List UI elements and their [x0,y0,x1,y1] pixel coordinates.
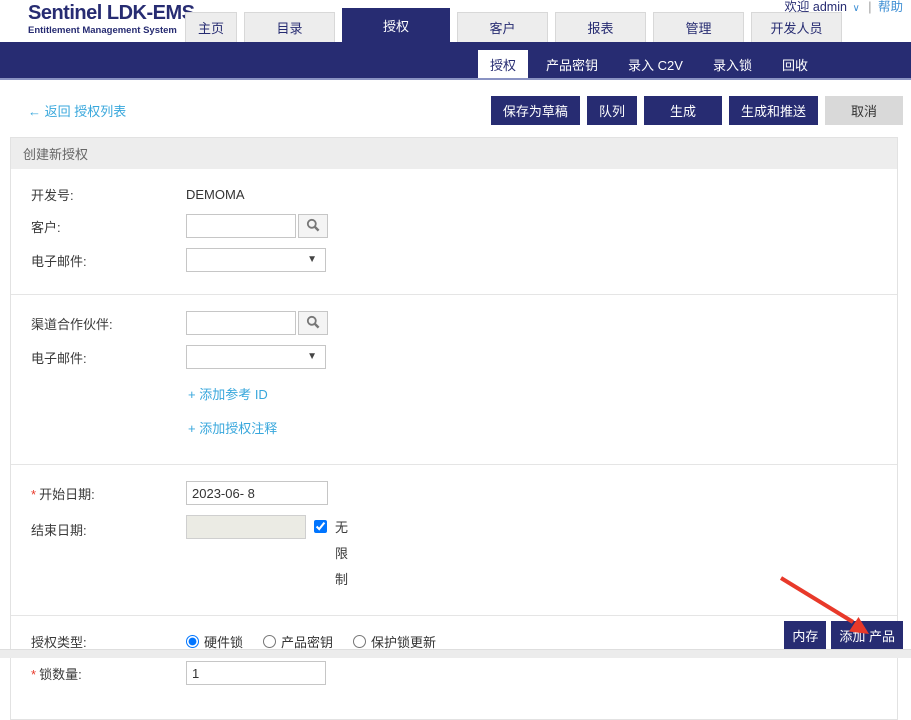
end-date-label: 结束日期: [31,515,186,539]
required-marker: * [31,667,36,682]
key-quantity-label-text: 锁数量: [39,667,82,682]
tab-catalog[interactable]: 目录 [244,12,335,42]
product-key-radio[interactable] [263,635,276,648]
memory-button[interactable]: 内存 [784,621,826,650]
subtab-checkin-c2v[interactable]: 录入 C2V [616,50,695,78]
channel-partner-label: 渠道合作伙伴: [31,314,186,333]
batch-code-label: 开发号: [31,185,186,204]
back-to-entitlements-link[interactable]: ← 返回 授权列表 [28,101,126,120]
produce-button[interactable]: 生成 [644,96,722,125]
start-date-label: *开始日期: [31,484,186,503]
user-bar: 欢迎 admin ∨ | 帮助 [784,0,903,15]
produce-push-button[interactable]: 生成和推送 [729,96,818,125]
select-caret-icon: ▼ [307,254,317,265]
welcome-user-label: 欢迎 admin [784,0,847,14]
form-title: 创建新授权 [11,138,897,169]
key-quantity-row: *锁数量: [31,661,897,685]
customer-search-button[interactable] [298,214,328,238]
start-date-label-text: 开始日期: [39,487,95,502]
required-marker: * [31,487,36,502]
dates-section: *开始日期: 结束日期: 无限制 [11,464,897,615]
page-toolbar: ← 返回 授权列表 保存为草稿 队列 生成 生成和推送 取消 [0,80,911,137]
top-header: Sentinel LDK-EMS Entitlement Management … [0,0,911,42]
channel-partner-row: 渠道合作伙伴: [31,311,897,335]
back-arrow-icon: ← [28,104,41,119]
key-quantity-label: *锁数量: [31,664,186,683]
unlimited-wrap: 无限制 [314,515,351,593]
type-section: 授权类型: 硬件锁 产品密钥 保护锁更新 *锁数量: [11,615,897,719]
batch-code-row: 开发号: DEMOMA [31,185,897,204]
tab-entitlements[interactable]: 授权 [342,8,450,42]
toolbar-button-group: 保存为草稿 队列 生成 生成和推送 取消 [491,96,903,125]
userbar-divider: | [868,0,871,14]
user-menu-caret-icon[interactable]: ∨ [852,3,859,14]
partner-email-row: 电子邮件: ▼ [31,345,897,369]
add-ref-id-row: + 添加参考 ID [188,384,897,403]
back-link-label: 返回 授权列表 [45,104,127,119]
channel-partner-search-button[interactable] [298,311,328,335]
end-date-row: 结束日期: 无限制 [31,515,897,593]
customer-label: 客户: [31,217,186,236]
unlimited-checkbox[interactable] [314,520,327,533]
footer-action-buttons: 内存 添加 产品 [784,621,903,650]
unlimited-label: 无限制 [335,515,351,593]
subtab-checkin-key[interactable]: 录入锁 [701,50,764,78]
partner-email-select[interactable]: ▼ [186,345,326,369]
customer-email-row: 电子邮件: ▼ [31,248,897,272]
add-entitlement-comment-link[interactable]: + 添加授权注释 [188,421,277,436]
tab-home[interactable]: 主页 [185,12,237,42]
start-date-input[interactable] [186,481,328,505]
partner-email-label: 电子邮件: [31,348,186,367]
search-icon [306,315,320,332]
help-link[interactable]: 帮助 [878,0,903,14]
save-draft-button[interactable]: 保存为草稿 [491,96,580,125]
sub-tab-bar: 授权 产品密钥 录入 C2V 录入锁 回收 [478,50,820,78]
app-logo-title: Sentinel LDK-EMS [28,3,194,24]
start-date-row: *开始日期: [31,481,897,505]
cancel-button[interactable]: 取消 [825,96,903,125]
batch-code-value: DEMOMA [186,187,245,202]
bottom-footer-bar [0,649,911,658]
tab-reports[interactable]: 报表 [555,12,646,42]
app-logo: Sentinel LDK-EMS Entitlement Management … [28,3,194,36]
subtab-revoke[interactable]: 回收 [770,50,820,78]
subtab-entitlements[interactable]: 授权 [478,50,528,78]
select-caret-icon: ▼ [307,351,317,362]
tab-administration[interactable]: 管理 [653,12,744,42]
search-icon [306,218,320,235]
channel-partner-search-input[interactable] [186,311,296,335]
app-logo-subtitle: Entitlement Management System [28,25,194,36]
customer-email-label: 电子邮件: [31,251,186,270]
subtab-product-keys[interactable]: 产品密钥 [534,50,610,78]
add-product-button[interactable]: 添加 产品 [831,621,903,650]
tab-developer[interactable]: 开发人员 [751,12,842,42]
main-tab-bar: 主页 目录 授权 客户 报表 管理 开发人员 [185,8,842,42]
protection-key-update-radio[interactable] [353,635,366,648]
create-entitlement-form: 创建新授权 开发号: DEMOMA 客户: 电子邮件: ▼ 渠道合作伙伴: [10,137,898,720]
customer-search-input[interactable] [186,214,296,238]
customer-email-select[interactable]: ▼ [186,248,326,272]
add-comment-row: + 添加授权注释 [188,418,897,437]
hl-key-radio[interactable] [186,635,199,648]
customer-section: 开发号: DEMOMA 客户: 电子邮件: ▼ [11,169,897,294]
customer-row: 客户: [31,214,897,238]
key-quantity-input[interactable] [186,661,326,685]
tab-customers[interactable]: 客户 [457,12,548,42]
end-date-input[interactable] [186,515,306,539]
sub-nav-bar: 授权 产品密钥 录入 C2V 录入锁 回收 [0,42,911,80]
channel-partner-section: 渠道合作伙伴: 电子邮件: ▼ + 添加参考 ID + 添加授权注释 [11,294,897,464]
add-ref-id-link[interactable]: + 添加参考 ID [188,387,268,402]
queue-button[interactable]: 队列 [587,96,637,125]
